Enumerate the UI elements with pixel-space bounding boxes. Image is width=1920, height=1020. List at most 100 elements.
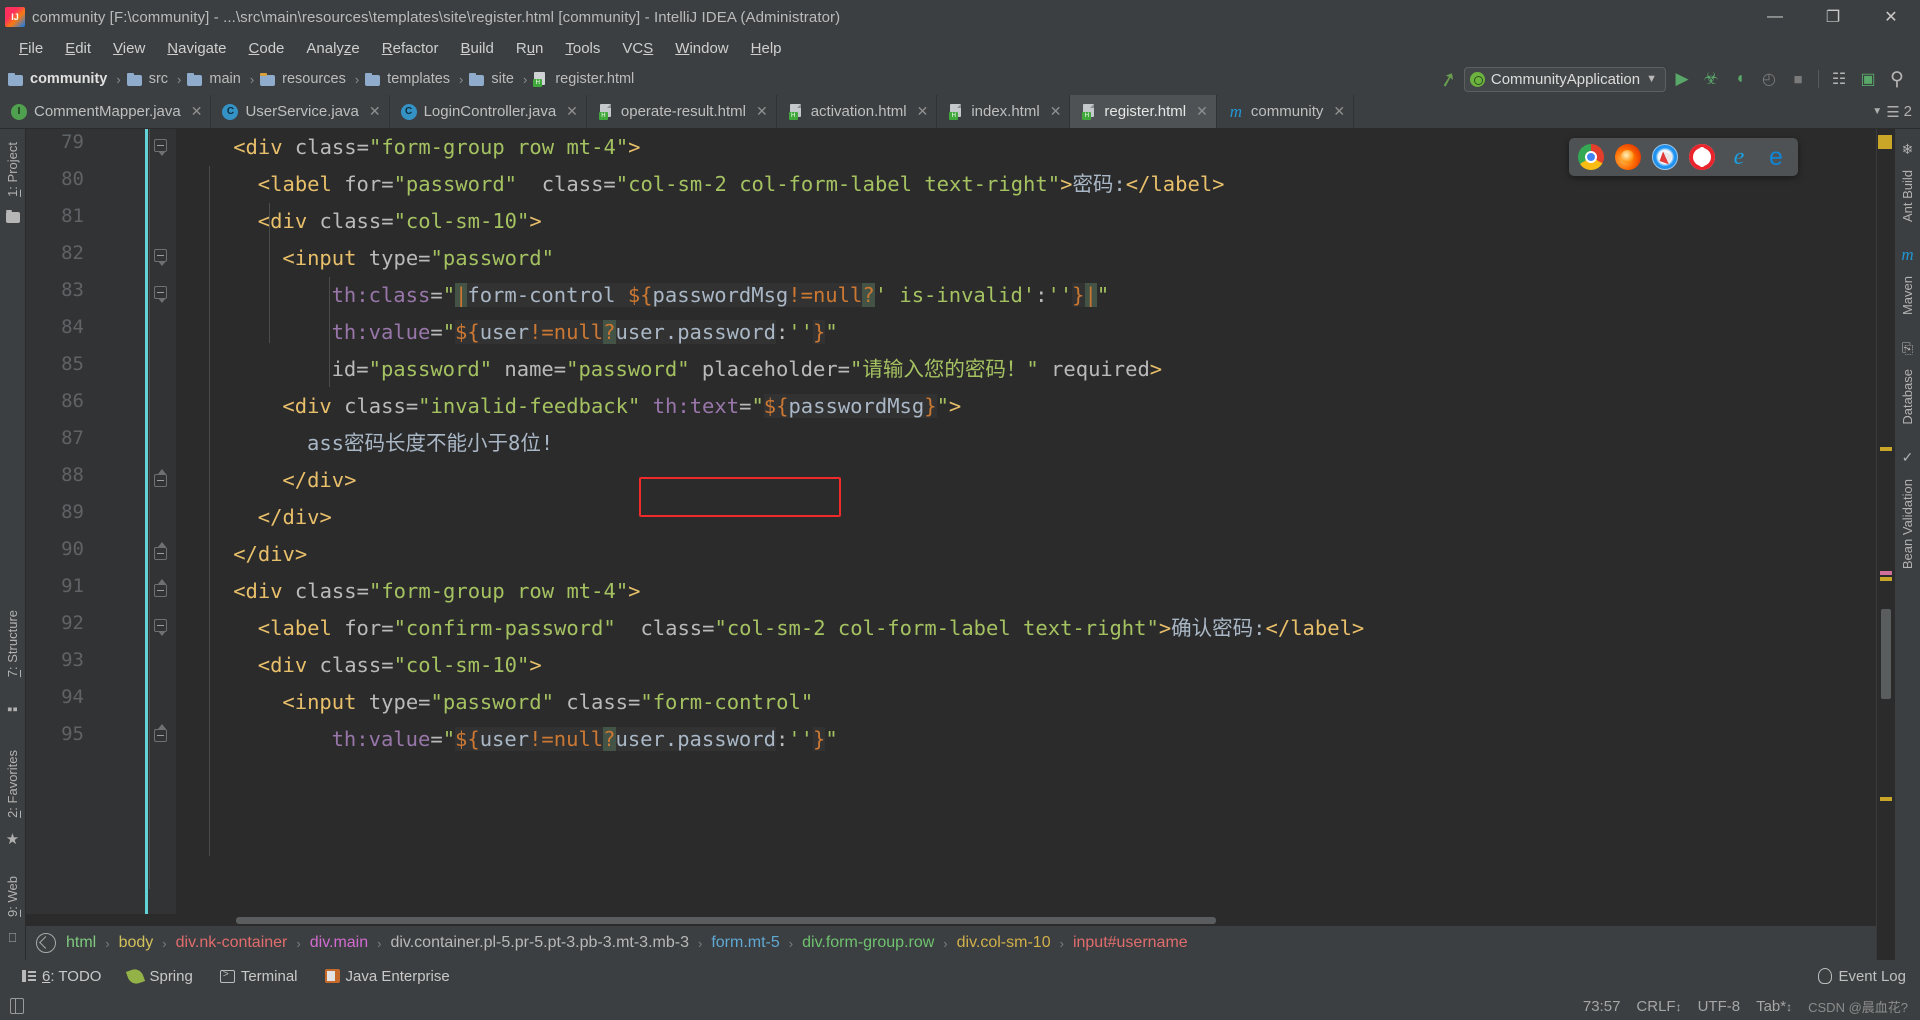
- tab-community[interactable]: community ✕: [1217, 95, 1355, 128]
- breadcrumb-div-nk-container[interactable]: div.nk-container: [172, 934, 292, 952]
- code-text-area[interactable]: <div class="form-group row mt-4"> <label …: [176, 129, 1876, 914]
- menu-code[interactable]: Code: [238, 37, 296, 60]
- chrome-icon[interactable]: [1578, 144, 1604, 170]
- tool-window-todo[interactable]: 6: TODO: [10, 965, 113, 988]
- database-icon[interactable]: ⎘: [1900, 340, 1916, 356]
- minimize-button[interactable]: —: [1746, 0, 1804, 34]
- navbar-crumb-main[interactable]: main: [187, 71, 242, 87]
- toggle-tool-windows-icon[interactable]: [10, 998, 24, 1014]
- analyze-icon[interactable]: ▪▪: [5, 701, 21, 718]
- indent-setting[interactable]: Tab*↕: [1756, 998, 1792, 1015]
- tab-close-icon[interactable]: ✕: [1050, 103, 1062, 120]
- code-line[interactable]: </div>: [282, 462, 356, 499]
- tab-close-icon[interactable]: ✕: [1196, 103, 1208, 120]
- tab-index-html[interactable]: index.html ✕: [937, 95, 1071, 128]
- code-line[interactable]: <label for="confirm-password" class="col…: [258, 610, 1364, 647]
- code-fold-icon[interactable]: [154, 249, 169, 266]
- code-fold-icon[interactable]: [154, 139, 169, 156]
- tool-window-web[interactable]: 9: Web: [5, 876, 20, 917]
- tab-CommentMapper-java[interactable]: CommentMapper.java ✕: [0, 95, 212, 128]
- breadcrumb-div-container[interactable]: div.container.pl-5.pr-5.pt-3.pb-3.mt-3.m…: [386, 934, 693, 952]
- inspection-status-icon[interactable]: [1878, 135, 1892, 149]
- structure-folder-icon[interactable]: [5, 210, 21, 226]
- maximize-button[interactable]: ❐: [1804, 0, 1862, 34]
- tab-operate-result-html[interactable]: operate-result.html ✕: [587, 95, 777, 128]
- code-line[interactable]: id="password" name="password" placeholde…: [332, 351, 1163, 388]
- code-fold-icon[interactable]: [154, 286, 169, 303]
- tab-close-icon[interactable]: ✕: [566, 103, 578, 120]
- menu-run[interactable]: Run: [505, 37, 555, 60]
- tab-close-icon[interactable]: ✕: [756, 103, 768, 120]
- tool-window-bean-validation[interactable]: Bean Validation: [1900, 479, 1915, 569]
- code-fold-icon[interactable]: [154, 619, 169, 636]
- breadcrumb-body[interactable]: body: [115, 934, 158, 952]
- maven-icon[interactable]: m: [1900, 245, 1916, 264]
- code-line[interactable]: th:class="|form-control ${passwordMsg!=n…: [332, 277, 1109, 314]
- menu-build[interactable]: Build: [449, 37, 504, 60]
- code-line[interactable]: </div>: [233, 536, 307, 573]
- navbar-crumb-site[interactable]: site: [469, 71, 516, 87]
- caret-position[interactable]: 73:57: [1583, 998, 1621, 1015]
- code-line[interactable]: <div class="form-group row mt-4">: [233, 129, 640, 166]
- tool-window-favorites[interactable]: 2: Favorites: [5, 750, 20, 818]
- code-line[interactable]: <div class="form-group row mt-4">: [233, 573, 640, 610]
- menu-tools[interactable]: Tools: [554, 37, 611, 60]
- event-log-button[interactable]: Event Log: [1818, 968, 1920, 985]
- tab-register-html[interactable]: register.html ✕: [1070, 95, 1217, 128]
- edge-icon[interactable]: [1763, 144, 1789, 170]
- code-fold-icon[interactable]: [154, 469, 169, 489]
- code-fold-icon[interactable]: [154, 542, 169, 562]
- ant-icon[interactable]: ❄: [1900, 141, 1916, 157]
- safari-icon[interactable]: [1652, 144, 1678, 170]
- hide-windows-icon[interactable]: ⎕: [5, 930, 21, 946]
- tool-window-ant-build[interactable]: Ant Build: [1900, 170, 1915, 222]
- menu-analyze[interactable]: Analyze: [295, 37, 370, 60]
- breadcrumb-input-username[interactable]: input#username: [1069, 934, 1192, 952]
- tab-close-icon[interactable]: ✕: [369, 103, 381, 120]
- navbar-crumb-register-html[interactable]: register.html: [533, 71, 636, 87]
- search-everywhere-icon[interactable]: ⚲: [1884, 66, 1910, 92]
- run-with-coverage-button[interactable]: ◖: [1727, 66, 1753, 92]
- tool-window-java-enterprise[interactable]: Java Enterprise: [313, 965, 462, 988]
- tab-activation-html[interactable]: activation.html ✕: [777, 95, 938, 128]
- back-navigation-icon[interactable]: [36, 933, 56, 953]
- code-editor[interactable]: 79 80 81 82 83 84 85 86 87 88 89 90 91 9…: [26, 129, 1876, 914]
- navbar-crumb-resources[interactable]: resources: [260, 71, 348, 87]
- navbar-crumb-templates[interactable]: templates: [365, 71, 452, 87]
- file-encoding[interactable]: UTF-8: [1698, 998, 1741, 1015]
- menu-edit[interactable]: Edit: [54, 37, 102, 60]
- menu-navigate[interactable]: Navigate: [156, 37, 237, 60]
- menu-help[interactable]: Help: [740, 37, 793, 60]
- tool-window-database[interactable]: Database: [1900, 369, 1915, 425]
- tab-close-icon[interactable]: ✕: [191, 103, 203, 120]
- favorites-star-icon[interactable]: ★: [5, 831, 21, 848]
- run-button[interactable]: ▶: [1669, 66, 1695, 92]
- bean-validation-icon[interactable]: ✓: [1900, 449, 1916, 466]
- project-structure-button[interactable]: ☷: [1826, 66, 1852, 92]
- menu-view[interactable]: View: [102, 37, 156, 60]
- code-line[interactable]: <input type="password" class="form-contr…: [282, 684, 813, 721]
- error-stripe-mark[interactable]: [1880, 571, 1892, 575]
- menu-window[interactable]: Window: [664, 37, 739, 60]
- code-line[interactable]: ass密码长度不能小于8位!: [307, 425, 553, 462]
- warning-stripe-mark[interactable]: [1880, 447, 1892, 451]
- code-line[interactable]: <label for="password" class="col-sm-2 co…: [258, 166, 1225, 203]
- code-line[interactable]: th:value="${user!=null?user.password:''}…: [332, 721, 838, 758]
- editor-horizontal-scrollbar[interactable]: [26, 914, 1876, 926]
- code-fold-icon[interactable]: [154, 579, 169, 599]
- close-button[interactable]: ✕: [1862, 0, 1920, 34]
- tab-close-icon[interactable]: ✕: [1333, 103, 1345, 120]
- navbar-crumb-community[interactable]: community: [8, 71, 109, 87]
- navbar-crumb-src[interactable]: src: [126, 71, 170, 87]
- breadcrumb-form-mt-5[interactable]: form.mt-5: [707, 934, 783, 952]
- tab-UserService-java[interactable]: UserService.java ✕: [211, 95, 390, 128]
- updates-button[interactable]: ▣: [1855, 66, 1881, 92]
- stop-button[interactable]: ■: [1785, 66, 1811, 92]
- breadcrumb-div-col-sm-10[interactable]: div.col-sm-10: [953, 934, 1055, 952]
- warning-stripe-mark[interactable]: [1880, 797, 1892, 801]
- debug-button[interactable]: ☣: [1698, 66, 1724, 92]
- scrollbar-thumb[interactable]: [236, 917, 1216, 924]
- firefox-icon[interactable]: [1615, 144, 1641, 170]
- code-line[interactable]: th:value="${user!=null?user.password:''}…: [332, 314, 838, 351]
- run-configuration-selector[interactable]: CommunityApplication ▼: [1463, 66, 1666, 92]
